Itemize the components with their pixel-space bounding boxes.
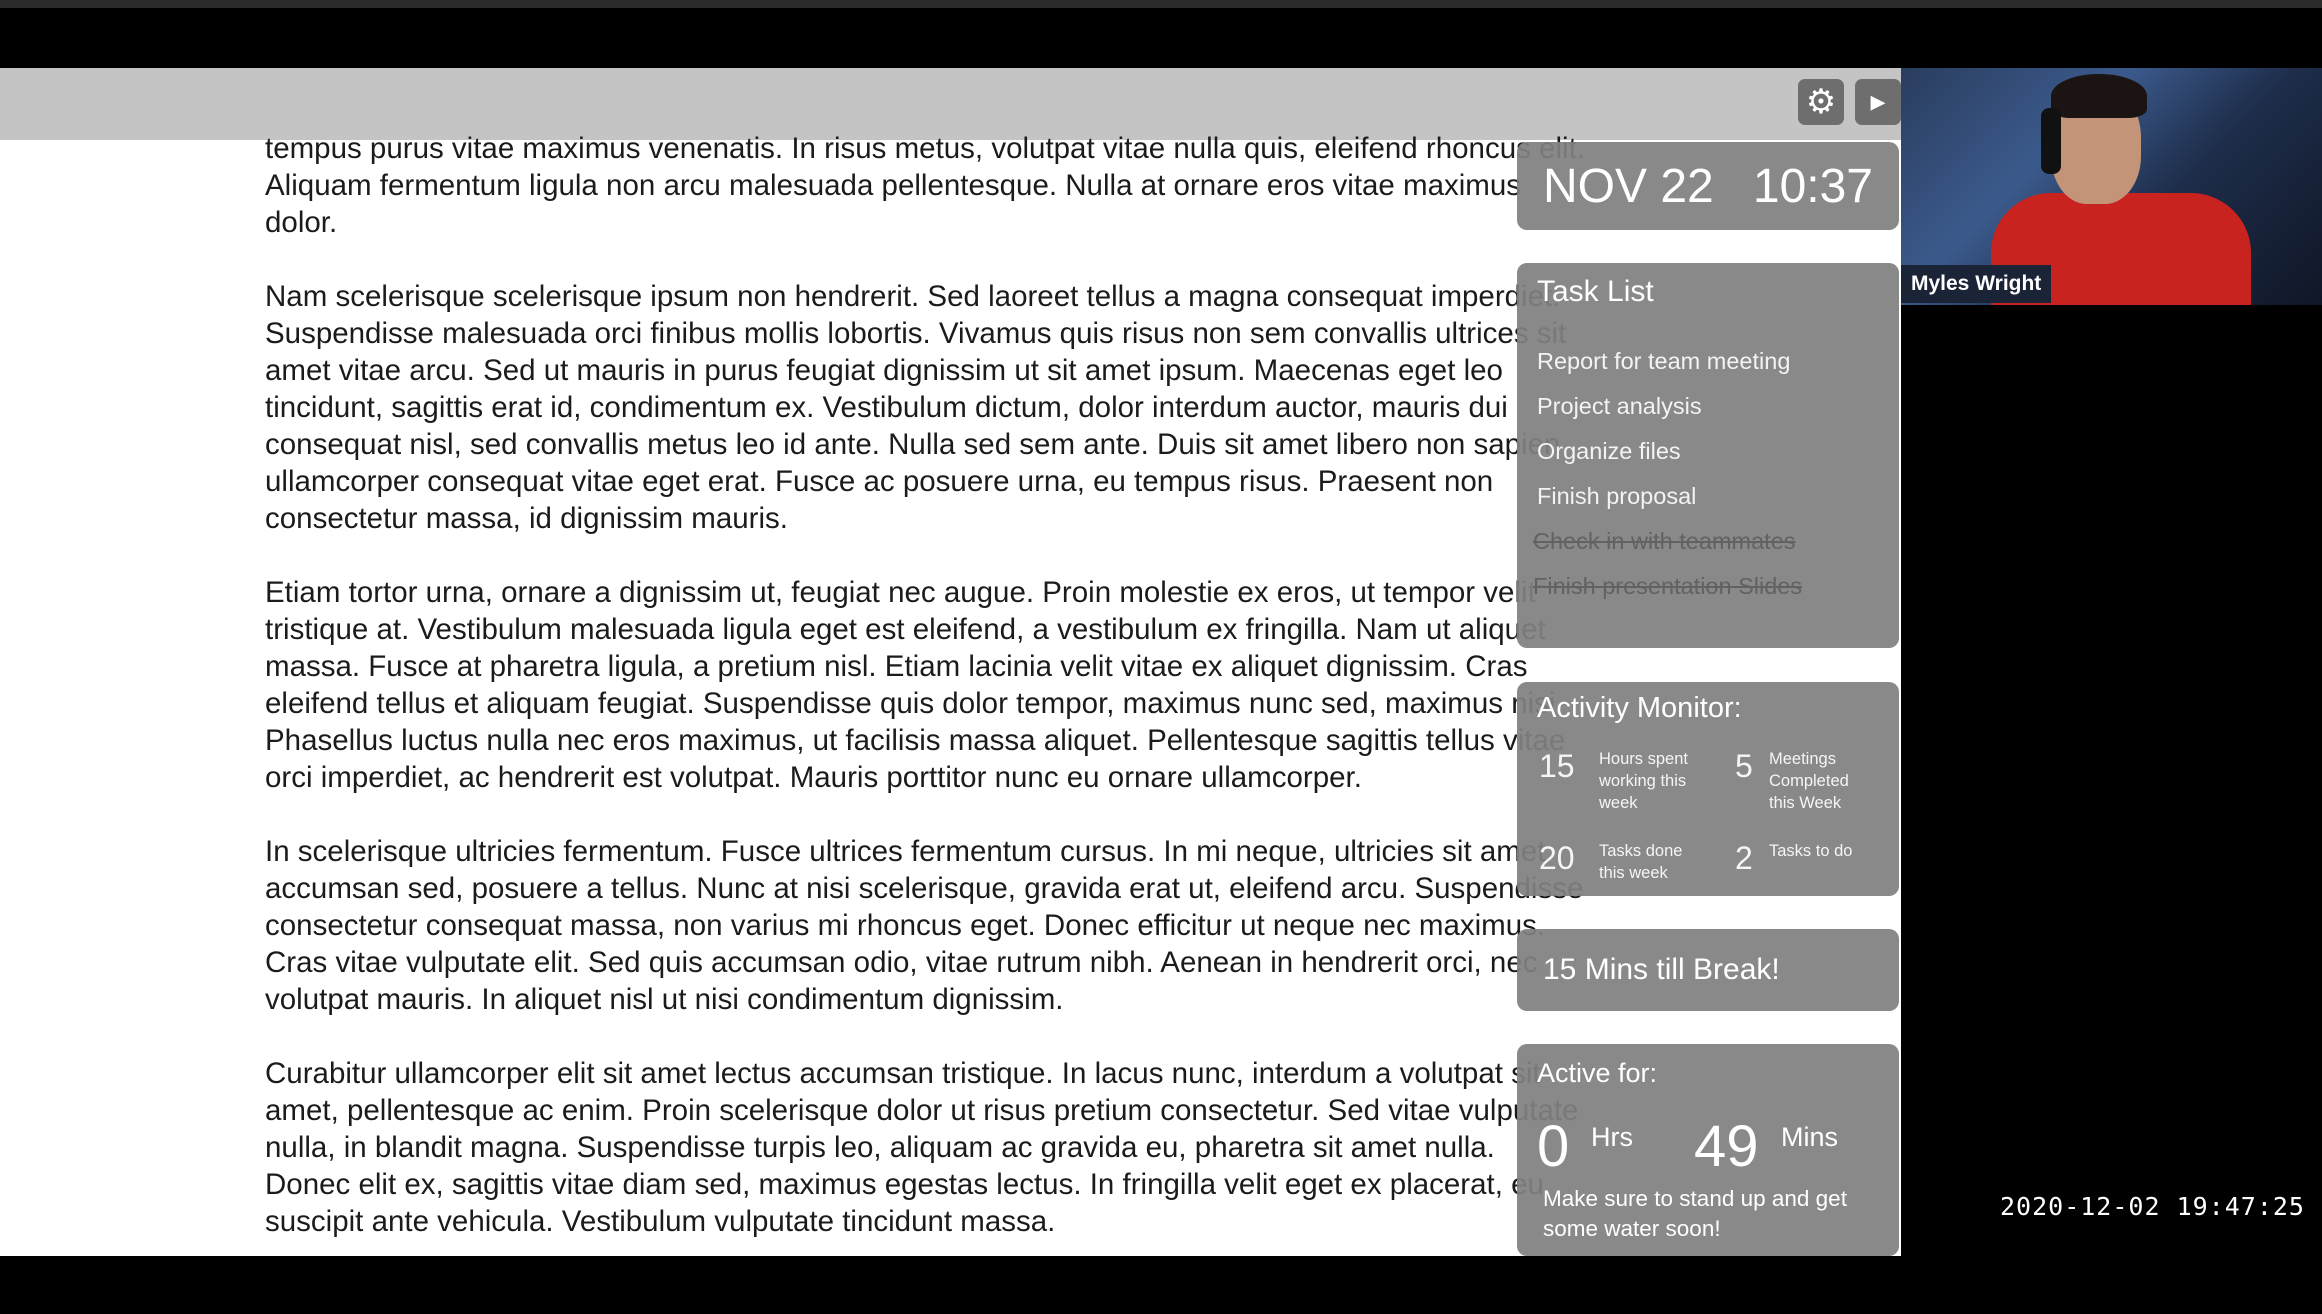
stat-value: 15 xyxy=(1539,748,1575,784)
hours-unit: Hrs xyxy=(1591,1122,1633,1152)
task-item[interactable]: Finish proposal xyxy=(1537,474,1879,519)
break-text: 15 Mins till Break! xyxy=(1543,953,1780,986)
paragraph: Etiam tortor urna, ornare a dignissim ut… xyxy=(265,576,1566,794)
clock-widget: NOV 22 10:37 xyxy=(1517,142,1899,230)
paragraph: In scelerisque ultricies fermentum. Fusc… xyxy=(265,835,1584,1016)
reminder-text: Make sure to stand up and get some water… xyxy=(1543,1186,1847,1241)
stat-value: 2 xyxy=(1735,840,1753,876)
stat-tasks-todo: 2 Tasks to do xyxy=(1735,840,1877,877)
document-body: tempus purus vitae maximus venenatis. In… xyxy=(265,130,1585,1256)
stat-tasks-done: 20 Tasks done this week xyxy=(1539,840,1707,884)
stat-value: 20 xyxy=(1539,840,1575,876)
task-item[interactable]: Organize files xyxy=(1537,429,1879,474)
task-item[interactable]: Report for team meeting xyxy=(1537,339,1879,384)
stat-hours: 15 Hours spent working this week xyxy=(1539,748,1707,814)
active-hours: 0 xyxy=(1537,1114,1570,1179)
activity-monitor-widget: Activity Monitor: 15 Hours spent working… xyxy=(1517,682,1899,896)
person-hair xyxy=(2051,74,2147,118)
recording-timestamp: 2020-12-02 19:47:25 xyxy=(2000,1192,2305,1221)
paragraph: Nam scelerisque scelerisque ipsum non he… xyxy=(265,280,1567,535)
headset xyxy=(2041,108,2061,174)
activity-title: Activity Monitor: xyxy=(1537,692,1742,724)
webcam-name-label: Myles Wright xyxy=(1901,265,2052,303)
task-item[interactable]: Project analysis xyxy=(1537,384,1879,429)
stat-label: Meetings Completed this Week xyxy=(1769,750,1849,812)
clock-time: 10:37 xyxy=(1752,159,1873,213)
stat-label: Hours spent working this week xyxy=(1599,750,1688,812)
paragraph: tempus purus vitae maximus venenatis. In… xyxy=(265,132,1585,239)
active-minutes: 49 xyxy=(1694,1114,1759,1179)
break-timer-widget: 15 Mins till Break! xyxy=(1517,929,1899,1011)
task-list-title: Task List xyxy=(1537,275,1654,308)
task-item-completed[interactable]: Check in with teammates xyxy=(1533,519,1879,564)
active-time-widget: Active for: 0 Hrs 49 Mins Make sure to s… xyxy=(1517,1044,1899,1256)
task-list-widget: Task List Report for team meeting Projec… xyxy=(1517,263,1899,648)
collapse-icon[interactable]: ▸ xyxy=(1855,79,1901,125)
clock-date: NOV 22 xyxy=(1543,159,1714,213)
gear-icon[interactable]: ⚙ xyxy=(1798,79,1844,125)
active-label: Active for: xyxy=(1537,1058,1658,1088)
paragraph: Curabitur ullamcorper elit sit amet lect… xyxy=(265,1057,1579,1238)
stat-label: Tasks done this week xyxy=(1599,842,1683,882)
task-item-completed[interactable]: Finish presentation Slides xyxy=(1533,564,1879,609)
top-strip xyxy=(0,0,2322,8)
stat-value: 5 xyxy=(1735,748,1753,784)
stat-label: Tasks to do xyxy=(1769,842,1853,860)
stat-meetings: 5 Meetings Completed this Week xyxy=(1735,748,1877,814)
minutes-unit: Mins xyxy=(1781,1122,1839,1152)
